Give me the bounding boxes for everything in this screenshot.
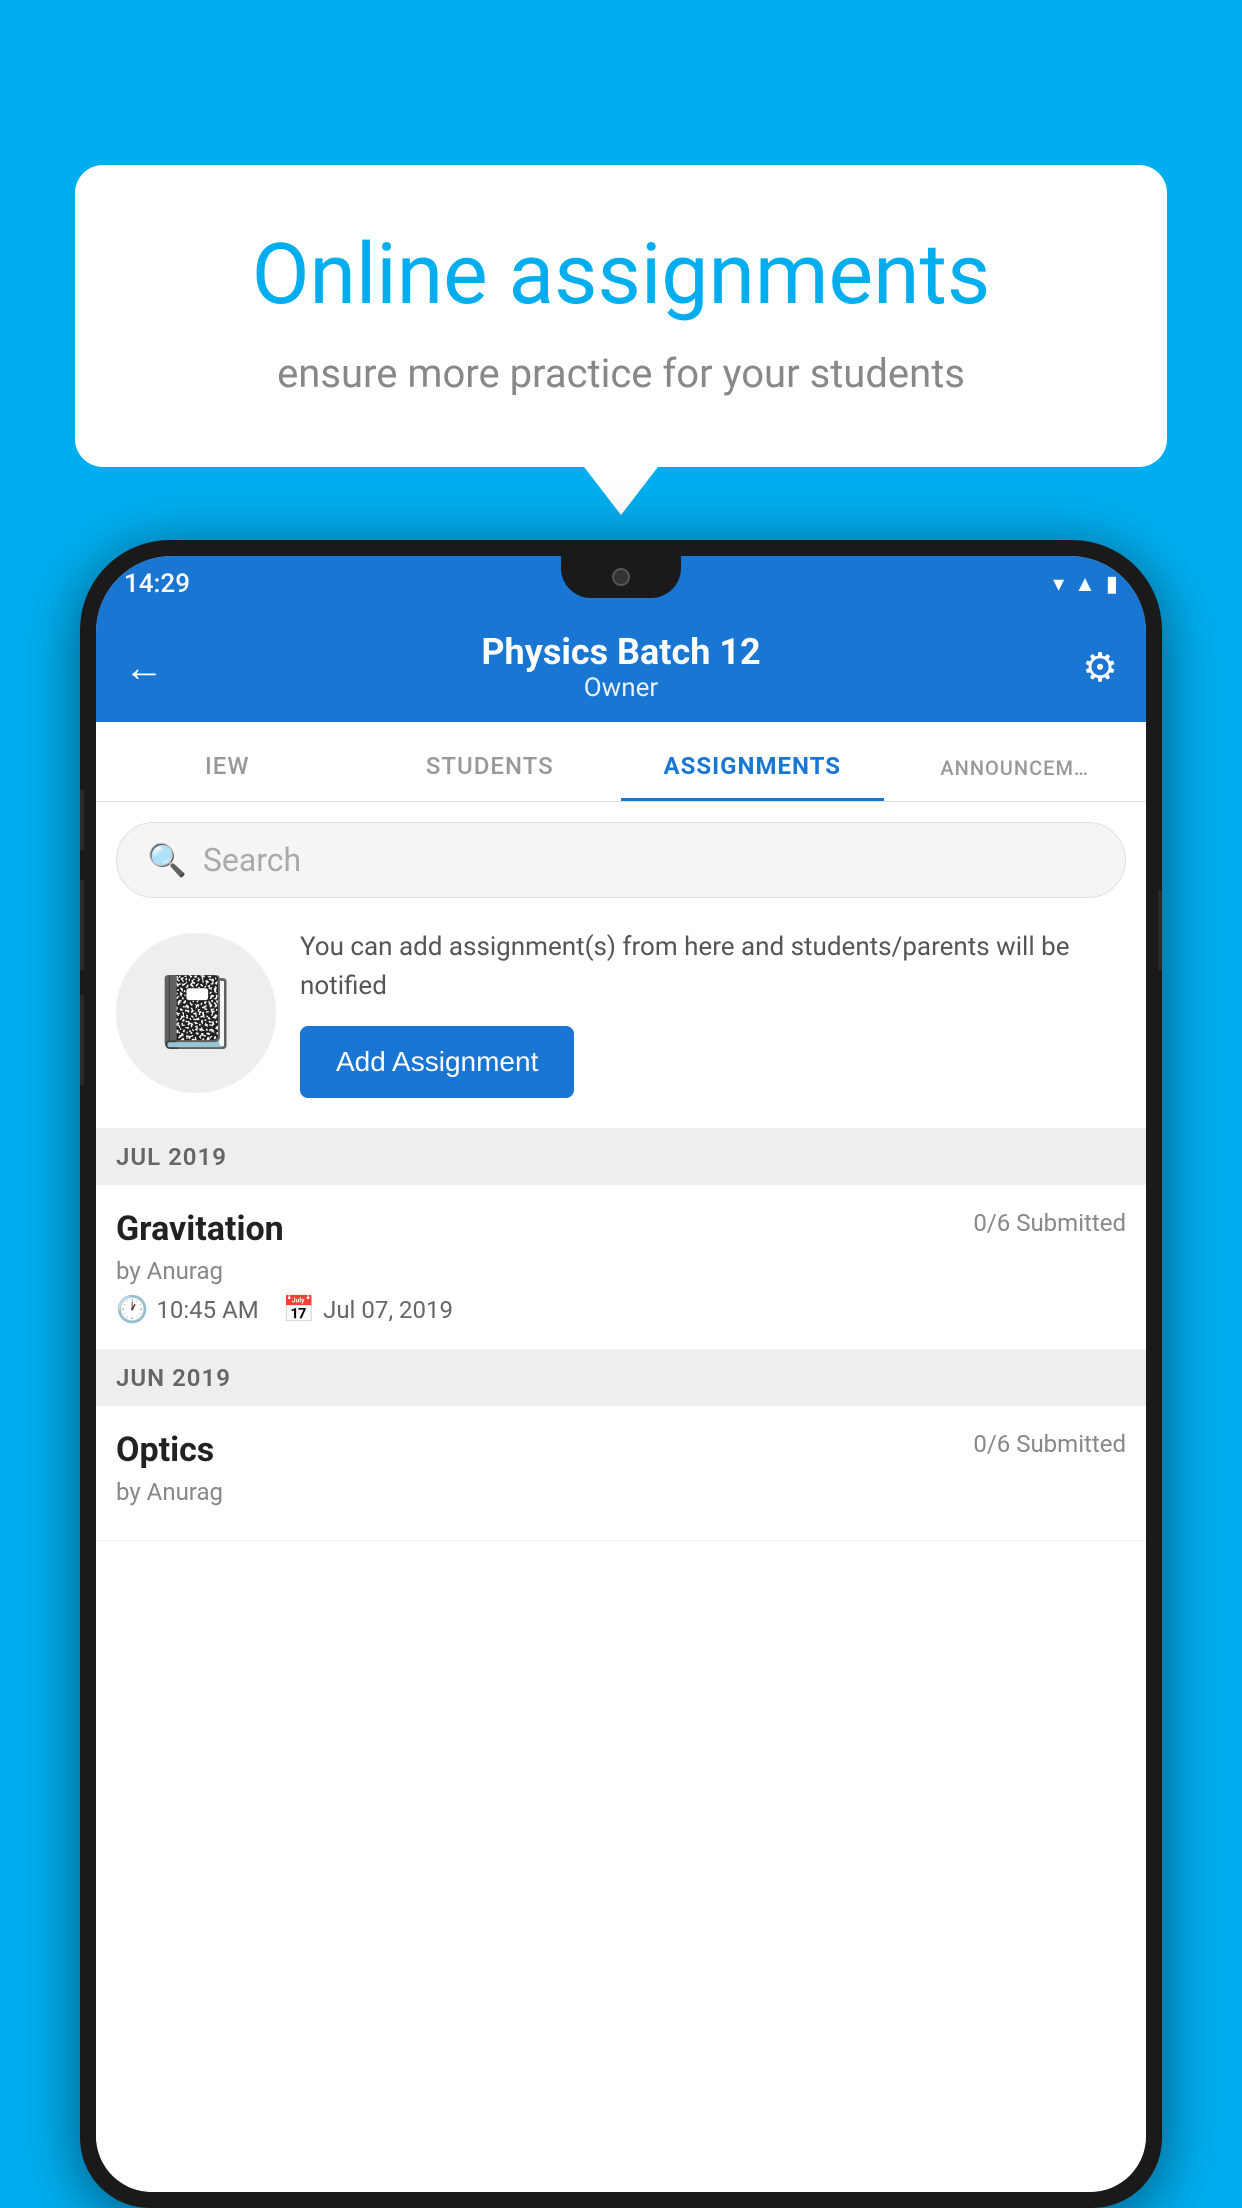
tab-students[interactable]: STUDENTS: [359, 752, 622, 801]
header-title-block: Physics Batch 12 Owner: [481, 631, 760, 703]
assignment-submitted-optics: 0/6 Submitted: [973, 1430, 1126, 1458]
battery-icon: ▮: [1106, 572, 1118, 597]
assignment-time-gravitation: 10:45 AM: [156, 1296, 258, 1324]
assignment-top-row-optics: Optics 0/6 Submitted: [116, 1430, 1126, 1470]
promo-text-block: You can add assignment(s) from here and …: [300, 928, 1126, 1098]
tab-announcements[interactable]: ANNOUNCEM…: [884, 756, 1147, 801]
section-jul-2019: JUL 2019: [96, 1129, 1146, 1185]
assignment-name-optics: Optics: [116, 1430, 214, 1470]
assignment-optics[interactable]: Optics 0/6 Submitted by Anurag: [96, 1406, 1146, 1541]
phone-notch: [561, 556, 681, 598]
add-assignment-promo: 📓 You can add assignment(s) from here an…: [96, 898, 1146, 1129]
section-jun-2019: JUN 2019: [96, 1350, 1146, 1406]
calendar-icon: 📅: [283, 1295, 315, 1325]
assignment-submitted-gravitation: 0/6 Submitted: [973, 1209, 1126, 1237]
header-title: Physics Batch 12: [481, 631, 760, 673]
status-icons: ▾ ▲ ▮: [1053, 571, 1118, 597]
volume-down-button: [80, 995, 84, 1085]
assignment-date-gravitation: Jul 07, 2019: [323, 1296, 453, 1324]
back-button[interactable]: ←: [124, 644, 164, 691]
tab-assignments[interactable]: ASSIGNMENTS: [621, 752, 884, 801]
promo-card: Online assignments ensure more practice …: [75, 165, 1167, 467]
content-area: 🔍 Search 📓 You can add assignment(s) fro…: [96, 802, 1146, 2192]
section-jun-label: JUN 2019: [116, 1364, 231, 1392]
search-icon: 🔍: [147, 841, 187, 879]
volume-mute-button: [80, 790, 84, 850]
front-camera: [612, 568, 630, 586]
assignment-meta-gravitation: 🕐 10:45 AM 📅 Jul 07, 2019: [116, 1295, 1126, 1325]
header-subtitle: Owner: [481, 673, 760, 703]
tab-iew[interactable]: IEW: [96, 752, 359, 801]
clock-icon: 🕐: [116, 1295, 148, 1325]
promo-title: Online assignments: [145, 225, 1097, 326]
volume-up-button: [80, 880, 84, 970]
assignment-by-gravitation: by Anurag: [116, 1257, 1126, 1285]
signal-icon: ▲: [1074, 571, 1096, 597]
search-bar[interactable]: 🔍 Search: [116, 822, 1126, 898]
assignment-icon-circle: 📓: [116, 933, 276, 1093]
assignment-by-optics: by Anurag: [116, 1478, 1126, 1506]
add-assignment-button[interactable]: Add Assignment: [300, 1026, 574, 1098]
settings-button[interactable]: ⚙: [1082, 644, 1118, 691]
assignment-gravitation[interactable]: Gravitation 0/6 Submitted by Anurag 🕐 10…: [96, 1185, 1146, 1350]
phone-screen: 14:29 ▾ ▲ ▮ ← Physics Batch 12 Owner ⚙ I…: [96, 556, 1146, 2192]
meta-date: 📅 Jul 07, 2019: [283, 1295, 453, 1325]
section-jul-label: JUL 2019: [116, 1143, 227, 1171]
promo-description: You can add assignment(s) from here and …: [300, 928, 1126, 1006]
search-placeholder: Search: [203, 841, 301, 879]
power-button: [1158, 890, 1162, 970]
tabs-bar: IEW STUDENTS ASSIGNMENTS ANNOUNCEM…: [96, 722, 1146, 802]
assignment-name-gravitation: Gravitation: [116, 1209, 284, 1249]
notebook-icon: 📓: [152, 972, 239, 1054]
wifi-icon: ▾: [1053, 572, 1064, 597]
meta-time: 🕐 10:45 AM: [116, 1295, 259, 1325]
status-time: 14:29: [124, 569, 190, 599]
promo-subtitle: ensure more practice for your students: [145, 350, 1097, 397]
app-header: ← Physics Batch 12 Owner ⚙: [96, 612, 1146, 722]
phone-frame: 14:29 ▾ ▲ ▮ ← Physics Batch 12 Owner ⚙ I…: [80, 540, 1162, 2208]
assignment-top-row: Gravitation 0/6 Submitted: [116, 1209, 1126, 1249]
